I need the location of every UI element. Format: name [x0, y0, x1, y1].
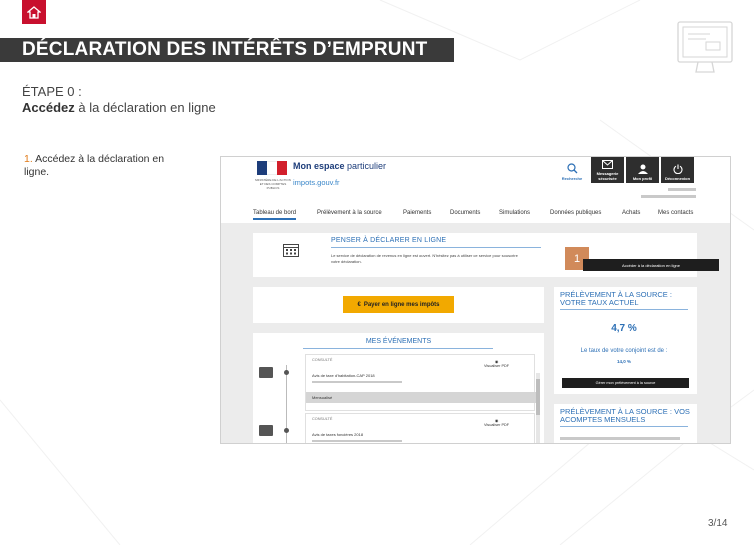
logout-button[interactable]: Déconnexion	[661, 157, 694, 183]
euro-icon: €	[357, 301, 361, 308]
page-number: 3/14	[708, 518, 728, 529]
french-flag-logo	[257, 161, 287, 175]
site-nav: Tableau de bord Prélèvement à la source …	[221, 207, 730, 223]
visualiser-pdf-label: Visualiser PDF	[484, 364, 510, 368]
redacted-text	[312, 381, 402, 383]
nav-paiements[interactable]: Paiements	[403, 210, 431, 216]
user-icon	[637, 164, 648, 174]
instruction-item: 1. Accédez à la déclaration en ligne.	[24, 153, 174, 179]
gerer-prelevement-button[interactable]: Gérer mon prélèvement à la source	[562, 378, 689, 388]
conjoint-rate-label: Le taux de votre conjoint est de :	[580, 348, 668, 354]
events-card: MES ÉVÉNEMENTS CONSULTÉ ◉ Visualiser PDF …	[253, 333, 544, 443]
slide: DÉCLARATION DES INTÉRÊTS D’EMPRUNT ÉTAPE…	[0, 0, 754, 545]
redacted-text	[668, 188, 696, 191]
redacted-text	[560, 437, 680, 440]
messagerie-button[interactable]: Messagerie sécurisée	[591, 157, 624, 183]
redacted-text	[312, 440, 402, 442]
step-action: Accédez à la déclaration en ligne	[22, 100, 216, 116]
step-action-rest: à la déclaration en ligne	[74, 100, 216, 115]
event-item[interactable]: CONSULTÉ ◉ Visualiser PDF Avis de taxes f…	[305, 413, 535, 443]
nav-donnees-publiques[interactable]: Données publiques	[550, 210, 601, 216]
website-screenshot: MINISTÈRE DE L'ACTION ET DES COMPTES PUB…	[220, 156, 731, 444]
brand-title-prefix: Mon espace	[293, 161, 345, 171]
nav-documents[interactable]: Documents	[450, 210, 480, 216]
visualiser-pdf-link[interactable]: ◉ Visualiser PDF	[484, 359, 509, 368]
instruction-number: 1.	[24, 153, 33, 165]
scrollbar-thumb[interactable]	[536, 379, 540, 415]
conjoint-rate: 14,0 %	[616, 359, 631, 364]
event-subrow: Mensualisé	[306, 392, 536, 403]
title-bar: DÉCLARATION DES INTÉRÊTS D’EMPRUNT	[0, 38, 454, 62]
nav-achats[interactable]: Achats	[622, 210, 640, 216]
prelevement-card: PRÉLÈVEMENT À LA SOURCE : VOTRE TAUX ACT…	[554, 287, 697, 394]
current-rate: 4,7 %	[611, 323, 637, 334]
search-icon	[566, 163, 577, 174]
site-header: MINISTÈRE DE L'ACTION ET DES COMPTES PUB…	[221, 157, 730, 223]
search-button[interactable]: Recherche	[559, 157, 585, 183]
visualiser-pdf-link[interactable]: ◉ Visualiser PDF	[484, 418, 509, 427]
divider	[331, 247, 541, 248]
event-name: Avis de taxes foncières 2018	[312, 432, 364, 437]
profile-label: Mon profil	[632, 176, 653, 181]
penser-card: PENSER À DÉCLARER EN LIGNE Le service de…	[253, 233, 719, 277]
event-item[interactable]: CONSULTÉ ◉ Visualiser PDF Avis de taxe d'…	[305, 354, 536, 411]
power-icon	[673, 164, 682, 174]
instruction-text: Accédez à la déclaration en ligne.	[24, 153, 165, 178]
calendar-icon	[283, 244, 299, 257]
nav-prelevement[interactable]: Prélèvement à la source	[317, 210, 382, 216]
computer-screen-icon	[676, 20, 734, 81]
ministry-label: MINISTÈRE DE L'ACTION ET DES COMPTES PUB…	[255, 178, 291, 190]
pay-button-label: Payer en ligne mes impôts	[363, 301, 440, 308]
profile-button[interactable]: Mon profil	[626, 157, 659, 183]
event-status: CONSULTÉ	[312, 417, 333, 421]
scrollbar[interactable]	[536, 373, 540, 443]
mail-icon	[602, 160, 613, 169]
folder-icon	[259, 425, 273, 436]
step-action-bold: Accédez	[22, 100, 75, 115]
home-icon[interactable]	[22, 0, 46, 24]
divider	[560, 309, 688, 310]
folder-icon	[259, 367, 273, 378]
pay-taxes-button[interactable]: € Payer en ligne mes impôts	[343, 296, 454, 313]
site-name: impots.gouv.fr	[293, 178, 340, 187]
logout-label: Déconnexion	[664, 176, 691, 181]
event-name: Avis de taxe d'habitation-CAP 2018	[312, 373, 375, 378]
acomptes-title: PRÉLÈVEMENT À LA SOURCE : VOS ACOMPTES M…	[560, 407, 690, 424]
divider	[303, 348, 493, 349]
pay-card: € Payer en ligne mes impôts	[253, 287, 544, 323]
prelevement-title: PRÉLÈVEMENT À LA SOURCE : VOTRE TAUX ACT…	[560, 290, 672, 307]
penser-title: PENSER À DÉCLARER EN LIGNE	[331, 237, 447, 244]
divider	[560, 426, 688, 427]
penser-text: Le service de déclaration de revenus en …	[331, 253, 518, 264]
brand-title-suffix: particulier	[344, 161, 387, 171]
step-label: ÉTAPE 0 :	[22, 84, 82, 99]
timeline-dot	[284, 428, 289, 433]
nav-tableau-de-bord[interactable]: Tableau de bord	[253, 210, 297, 220]
step-heading: ÉTAPE 0 : Accédez à la déclaration en li…	[22, 84, 216, 116]
page-title: DÉCLARATION DES INTÉRÊTS D’EMPRUNT	[22, 39, 428, 60]
visualiser-pdf-label: Visualiser PDF	[484, 423, 510, 427]
brand-title: Mon espace particulier	[293, 161, 386, 171]
timeline-dot	[284, 370, 289, 375]
events-title: MES ÉVÉNEMENTS	[365, 338, 432, 345]
redacted-text	[641, 195, 696, 198]
nav-mes-contacts[interactable]: Mes contacts	[658, 210, 693, 216]
acceder-declaration-button[interactable]: Accéder à la déclaration en ligne	[583, 259, 719, 271]
event-status: CONSULTÉ	[312, 358, 333, 362]
nav-simulations[interactable]: Simulations	[499, 210, 530, 216]
messagerie-label: Messagerie sécurisée	[596, 171, 619, 181]
search-label: Recherche	[561, 176, 583, 181]
acomptes-card: PRÉLÈVEMENT À LA SOURCE : VOS ACOMPTES M…	[554, 404, 697, 443]
